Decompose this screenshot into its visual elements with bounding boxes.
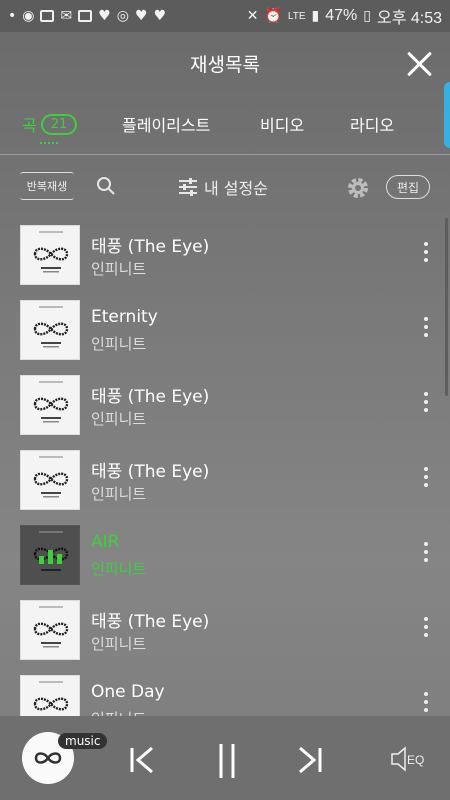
sort-button[interactable]: 내 설정순 xyxy=(178,175,268,199)
mini-player: music EQ xyxy=(0,716,450,800)
list-item[interactable]: 태풍 (The Eye) 인피니트 xyxy=(0,443,450,518)
tab-bar: 곡 21 플레이리스트 비디오 라디오 xyxy=(0,94,450,154)
header: 재생목록 xyxy=(0,32,450,94)
scrollbar[interactable] xyxy=(445,218,448,396)
sort-label: 내 설정순 xyxy=(204,179,268,198)
music-source-label: music xyxy=(58,733,108,749)
eq-label: EQ xyxy=(407,753,424,767)
speaker-icon: EQ xyxy=(391,746,424,772)
network-type: LTE xyxy=(287,10,306,22)
battery-percent: 47% xyxy=(325,7,358,24)
track-list: 태풍 (The Eye) 인피니트 Eternity 인피니트 태풍 (The Eye)… xyxy=(0,218,450,716)
album-cover xyxy=(20,300,80,360)
track-artist: 인피니트 xyxy=(91,485,147,503)
sort-sliders-icon xyxy=(179,178,197,196)
list-item-now-playing[interactable]: AIR 인피니트 xyxy=(0,518,450,593)
sync-notification-icon: ◎ xyxy=(116,8,129,24)
alarm-icon: ⏰ xyxy=(264,8,282,24)
track-artist: 인피니트 xyxy=(91,635,147,653)
status-bar: • ◉ ✉ ♥ ◎ ♥ ♥ ✕ ⏰ LTE ▮ 47% ▯ 오후 4:53 xyxy=(0,0,450,32)
pause-icon[interactable] xyxy=(210,740,244,780)
album-cover xyxy=(20,450,80,510)
album-cover xyxy=(20,675,80,716)
track-title: One Day xyxy=(91,682,165,702)
notification-more-icon: • xyxy=(8,8,17,24)
track-title: 태풍 (The Eye) xyxy=(91,612,210,632)
more-options-icon[interactable] xyxy=(420,317,432,341)
track-artist: 인피니트 xyxy=(91,708,146,716)
track-artist: 인피니트 xyxy=(91,410,147,428)
signal-icon: ▮ xyxy=(311,8,320,24)
mail-notification-icon: ✉ xyxy=(60,8,73,24)
more-options-icon[interactable] xyxy=(420,542,432,566)
status-system: ✕ ⏰ LTE ▮ 47% ▯ 오후 4:53 xyxy=(247,4,442,28)
track-title: Eternity xyxy=(91,307,158,327)
battery-icon: ▯ xyxy=(363,8,371,24)
list-item[interactable]: 태풍 (The Eye) 인피니트 xyxy=(0,593,450,668)
previous-track-icon[interactable] xyxy=(126,740,160,780)
twitter-notification-icon-2: ♥ xyxy=(135,8,148,24)
twitter-notification-icon-3: ♥ xyxy=(153,8,167,24)
album-cover xyxy=(20,600,80,660)
songs-count-badge: 21 xyxy=(40,113,78,135)
more-options-icon[interactable] xyxy=(420,392,432,416)
edge-panel-handle[interactable] xyxy=(444,82,450,148)
track-title: 태풍 (The Eye) xyxy=(91,387,210,407)
more-options-icon[interactable] xyxy=(420,692,432,716)
album-cover xyxy=(20,525,80,585)
album-cover xyxy=(20,225,80,285)
album-cover xyxy=(20,375,80,435)
more-options-icon[interactable] xyxy=(420,467,432,491)
facebook-notification-icon xyxy=(40,10,55,22)
tab-songs[interactable]: 곡 21 xyxy=(22,112,78,136)
twitter-notification-icon: ♥ xyxy=(98,8,111,24)
more-options-icon[interactable] xyxy=(420,617,432,641)
list-item[interactable]: 태풍 (The Eye) 인피니트 xyxy=(0,218,450,293)
mute-icon: ✕ xyxy=(246,8,259,24)
active-tab-indicator xyxy=(40,142,58,145)
track-artist: 인피니트 xyxy=(91,560,147,578)
close-icon[interactable] xyxy=(406,50,434,78)
status-notifications: • ◉ ✉ ♥ ◎ ♥ ♥ xyxy=(8,9,166,23)
tab-playlist[interactable]: 플레이리스트 xyxy=(122,112,210,136)
search-icon[interactable] xyxy=(96,176,116,196)
more-options-icon[interactable] xyxy=(420,242,432,266)
track-title: 태풍 (The Eye) xyxy=(91,237,210,257)
image-notification-icon xyxy=(78,10,93,22)
track-title: AIR xyxy=(91,532,120,552)
track-title: 태풍 (The Eye) xyxy=(91,462,210,482)
page-title: 재생목록 xyxy=(190,53,260,76)
edit-button[interactable]: 편집 xyxy=(386,175,430,199)
list-item[interactable]: 태풍 (The Eye) 인피니트 xyxy=(0,368,450,443)
divider xyxy=(0,154,450,155)
gear-icon[interactable] xyxy=(346,176,370,200)
tab-songs-label: 곡 xyxy=(22,116,37,135)
repeat-button[interactable]: 반복재생 xyxy=(20,172,74,200)
track-artist: 인피니트 xyxy=(91,335,147,353)
camera-notification-icon: ◉ xyxy=(22,8,35,24)
list-toolbar: 반복재생 내 설정순 편집 xyxy=(0,164,450,210)
track-artist: 인피니트 xyxy=(91,260,147,278)
tab-video[interactable]: 비디오 xyxy=(260,112,304,136)
clock: 오후 4:53 xyxy=(376,10,442,27)
list-item[interactable]: One Day 인피니트 xyxy=(0,668,450,716)
list-item[interactable]: Eternity 인피니트 xyxy=(0,293,450,368)
next-track-icon[interactable] xyxy=(292,740,326,780)
tab-radio[interactable]: 라디오 xyxy=(350,112,394,136)
equalizer-button[interactable]: EQ xyxy=(388,744,428,774)
